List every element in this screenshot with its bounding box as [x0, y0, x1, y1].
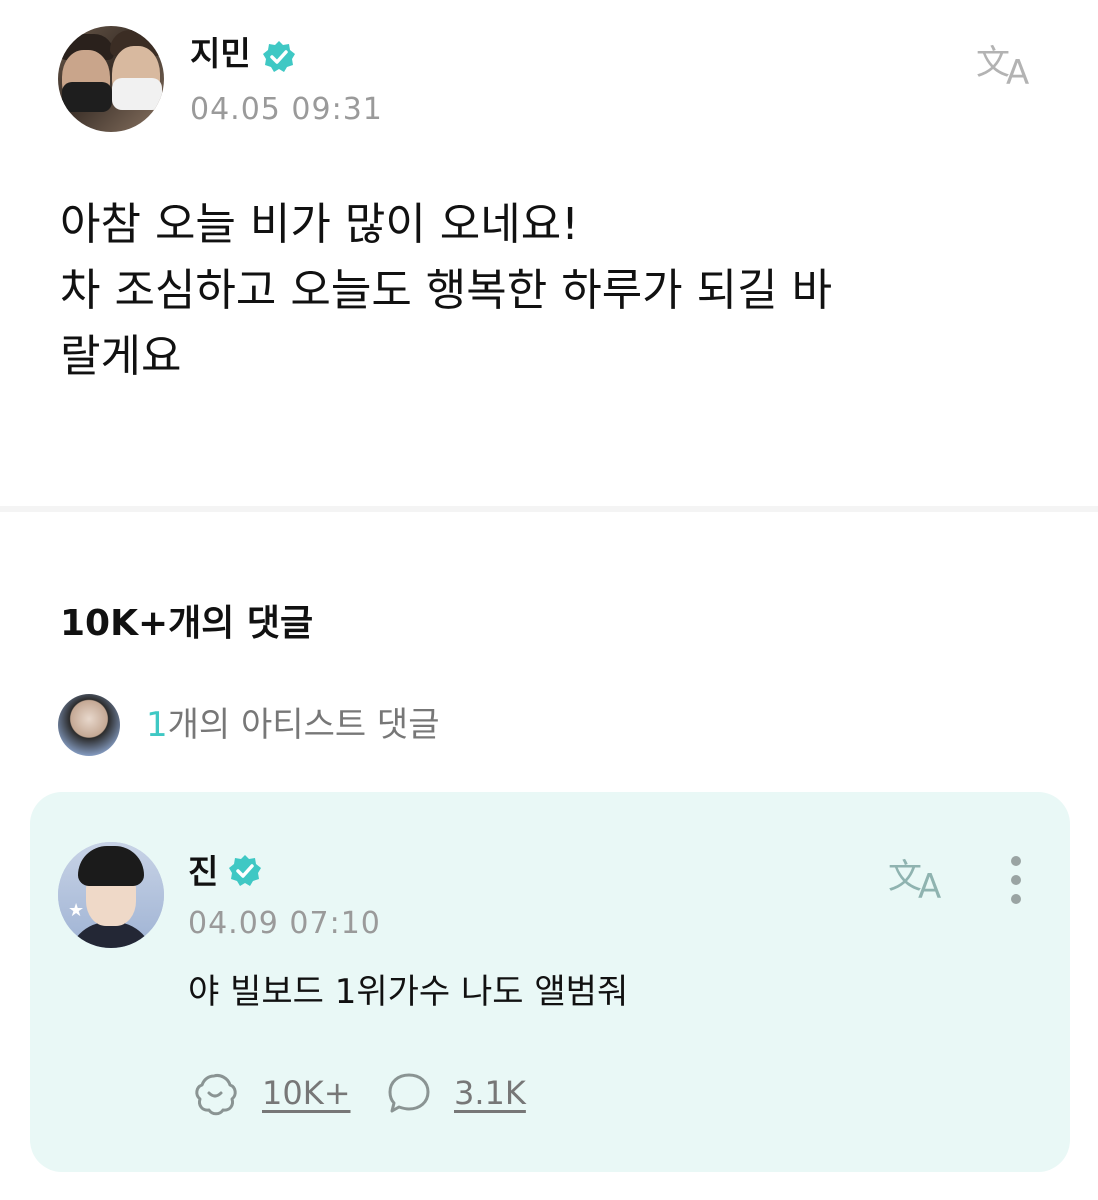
post-header: 지민 04.05 09:31 文 A: [58, 26, 1048, 138]
commenter-name[interactable]: 진: [188, 852, 218, 892]
artist-avatar-thumb: [58, 694, 120, 756]
reply-count: 3.1K: [454, 1074, 526, 1112]
like-count: 10K+: [262, 1074, 351, 1112]
svg-text:A: A: [918, 867, 941, 902]
svg-text:文: 文: [976, 43, 1010, 83]
section-divider: [0, 506, 1098, 512]
post-content: 아참 오늘 비가 많이 오네요! 차 조심하고 오늘도 행복한 하루가 되길 바…: [60, 192, 1040, 390]
post-line: 랄게요: [60, 331, 182, 382]
translate-icon[interactable]: 文 A: [976, 38, 1042, 88]
svg-text:A: A: [1006, 53, 1029, 88]
more-vertical-icon[interactable]: [1004, 854, 1028, 906]
verified-badge-icon: [263, 41, 295, 72]
author-avatar[interactable]: [58, 26, 164, 132]
artist-comments-count: 1: [146, 705, 168, 745]
comments-count-heading: 10K+개의 댓글: [60, 603, 314, 644]
reply-button[interactable]: 3.1K: [386, 1068, 526, 1118]
post-line: 차 조심하고 오늘도 행복한 하루가 되길 바: [60, 265, 833, 316]
like-icon: [195, 1074, 237, 1116]
verified-badge-icon: [229, 855, 261, 886]
artist-comments-text: 개의 아티스트 댓글: [167, 705, 440, 745]
comment-text: 야 빌보드 1위가수 나도 앨범줘: [188, 972, 629, 1012]
author-name[interactable]: 지민: [190, 34, 251, 74]
post-line: 아참 오늘 비가 많이 오네요!: [60, 199, 579, 250]
artist-comment-card: ★ 진 文 A 04.09 07:10 야 빌보드 1위가수 나도 앨범줘 10…: [30, 792, 1070, 1172]
like-button[interactable]: 10K+: [190, 1068, 351, 1118]
commenter-avatar[interactable]: ★: [58, 842, 164, 948]
svg-text:文: 文: [888, 857, 922, 897]
translate-icon[interactable]: 文 A: [888, 852, 954, 902]
post-timestamp: 04.05 09:31: [190, 92, 383, 127]
artist-comments-filter[interactable]: 1개의 아티스트 댓글: [58, 694, 658, 756]
artist-comments-label: 1개의 아티스트 댓글: [146, 704, 440, 746]
comment-timestamp: 04.09 07:10: [188, 906, 381, 941]
comment-icon: [388, 1073, 430, 1113]
